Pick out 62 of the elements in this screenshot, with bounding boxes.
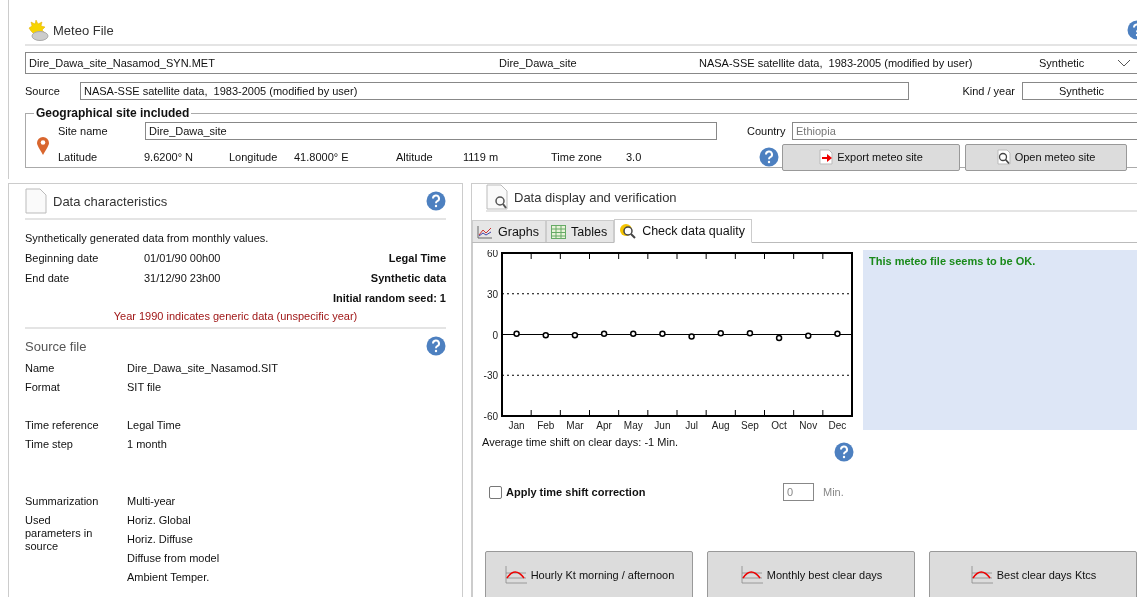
- x-tick-label: Nov: [799, 420, 818, 431]
- field-label: Time reference: [25, 418, 100, 433]
- y-tick-label: 30: [486, 288, 498, 300]
- section-title: Meteo File: [53, 22, 114, 38]
- panel-title: Data characteristics: [53, 193, 168, 209]
- y-tick-label: 0: [492, 329, 498, 341]
- field-value: Dire_Dawa_site_Nasamod.SIT: [127, 362, 278, 374]
- field-label: Used parameters in source: [25, 513, 94, 554]
- field-value: Legal Time: [127, 419, 181, 431]
- description-text: Synthetically generated data from monthly values.: [25, 231, 270, 246]
- field-value: Horiz. Diffuse: [127, 533, 193, 545]
- field-label: Longitude: [229, 151, 279, 163]
- info-text: Initial random seed: 1: [332, 292, 446, 304]
- average-shift-text: Average time shift on clear days: -1 Min.: [482, 436, 679, 448]
- x-tick-label: Sep: [741, 420, 759, 431]
- field-value: Ambient Temper.: [127, 571, 210, 583]
- checkbox-label: Apply time shift correction: [506, 486, 647, 498]
- field-label: Latitude: [58, 151, 99, 163]
- x-tick-label: Jun: [654, 420, 671, 431]
- field-value: 3.0: [626, 151, 643, 163]
- field-label: Beginning date: [25, 252, 100, 264]
- field-label: End date: [25, 272, 71, 284]
- field-value: 1119 m: [463, 151, 500, 163]
- x-tick-label: Apr: [596, 420, 612, 431]
- group-title: Geographical site included: [35, 106, 191, 120]
- field-value: 41.8000° E: [294, 151, 350, 163]
- unit-label: Min.: [823, 486, 844, 498]
- field-value: Diffuse from model: [127, 552, 220, 564]
- y-tick-label: -60: [483, 411, 498, 422]
- x-tick-label: Jan: [508, 420, 525, 431]
- field-label: Altitude: [396, 151, 434, 163]
- field-label: Country: [747, 125, 787, 137]
- field-label: Format: [25, 380, 61, 395]
- y-tick-label: -30: [483, 370, 498, 382]
- field-value: SIT file: [127, 381, 162, 393]
- x-tick-label: Oct: [771, 420, 787, 431]
- field-value: Multi-year: [127, 495, 176, 507]
- field-label: Name: [25, 361, 56, 376]
- status-message: This meteo file seems to be OK.: [869, 255, 1036, 267]
- field-value: 1 month: [127, 438, 167, 450]
- field-value: 31/12/90 23h00: [144, 272, 221, 284]
- field-label: Time step: [25, 437, 74, 452]
- section-title: Source file: [25, 338, 87, 354]
- field-label: Summarization: [25, 494, 100, 509]
- field-label: Source: [25, 85, 61, 97]
- x-tick-label: May: [623, 420, 643, 431]
- y-tick-label: 60: [486, 250, 498, 259]
- field-label: Site name: [58, 125, 109, 137]
- x-tick-label: Jul: [685, 420, 698, 431]
- field-label: Kind / year: [962, 85, 1015, 97]
- field-value: 01/01/90 00h00: [144, 252, 221, 264]
- panel-title: Data display and verification: [514, 189, 677, 205]
- x-tick-label: Feb: [537, 420, 555, 431]
- info-text: Legal Time: [388, 252, 446, 264]
- info-text: Synthetic data: [370, 272, 446, 284]
- warning-text: Year 1990 indicates generic data (unspecific year): [113, 310, 358, 322]
- field-label: Time zone: [551, 151, 603, 163]
- x-tick-label: Dec: [828, 420, 847, 431]
- x-tick-label: Mar: [566, 420, 584, 431]
- field-value: 9.6200° N: [144, 151, 195, 163]
- x-tick-label: Aug: [711, 420, 730, 431]
- field-value: Horiz. Global: [127, 514, 191, 526]
